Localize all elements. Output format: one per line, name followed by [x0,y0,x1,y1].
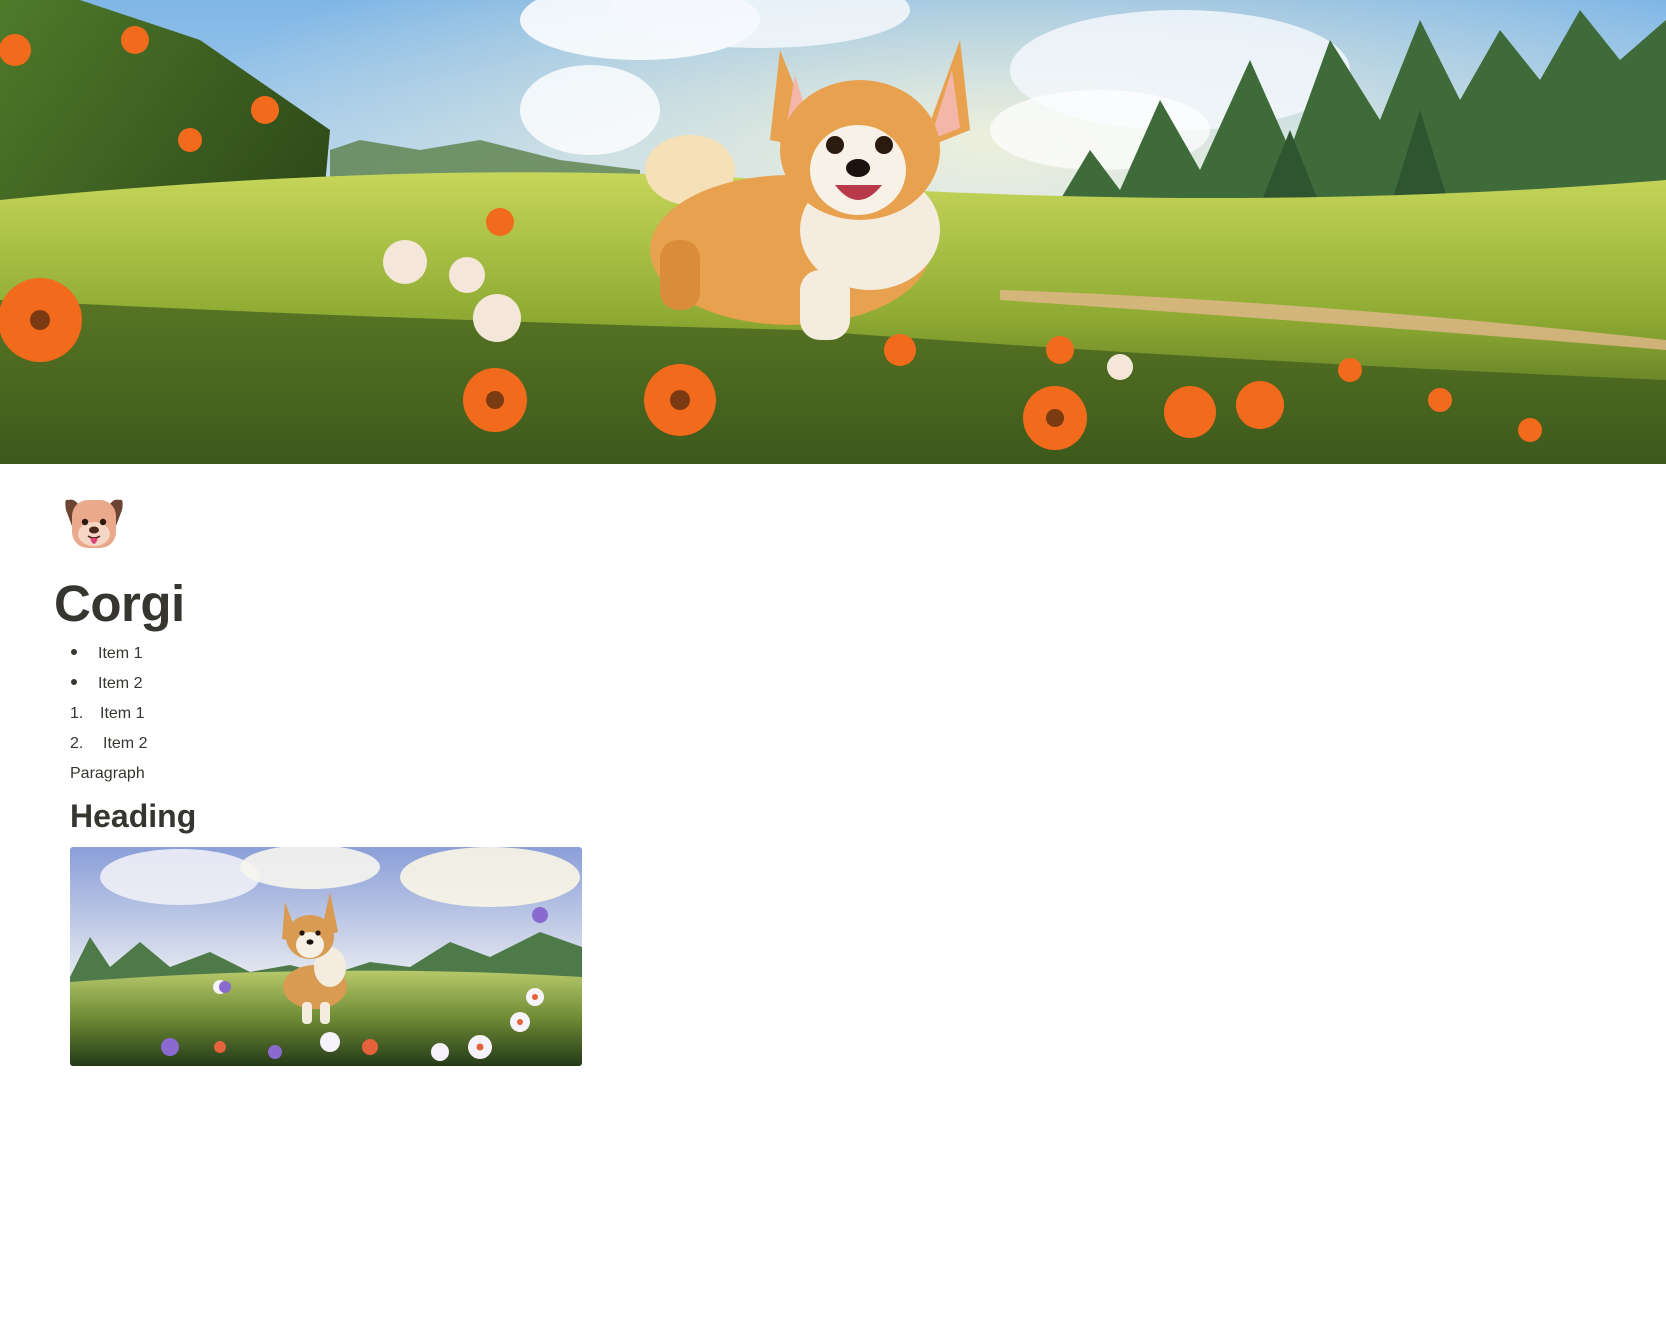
cover-image[interactable] [0,0,1666,464]
bullet-marker [71,648,77,655]
bulleted-list-item-label: Item 2 [98,675,143,692]
numbered-list-item-label: Item 2 [103,735,148,752]
bulleted-list-item[interactable]: Item 2 [70,672,142,696]
page-title[interactable]: Corgi [54,574,185,634]
numbered-list-item[interactable]: 1. Item 1 [70,702,144,726]
notion-page: Corgi Item 1 Item 2 1. Item 1 2. Item 2 Pa… [0,0,1666,1326]
image-block[interactable] [70,847,582,1066]
numbered-list-item[interactable]: 2. Item 2 [70,732,147,756]
paragraph-block[interactable]: Paragraph [70,762,145,786]
bulleted-list-item[interactable]: Item 1 [70,642,142,666]
bullet-marker [71,678,77,685]
dog-face-icon[interactable] [62,490,126,554]
numbered-list-item-label: Item 1 [100,705,145,722]
bulleted-list-item-label: Item 1 [98,645,143,662]
numbered-list-marker: 2. [70,735,84,752]
heading-block[interactable]: Heading [70,794,196,838]
numbered-list-marker: 1. [70,705,84,722]
